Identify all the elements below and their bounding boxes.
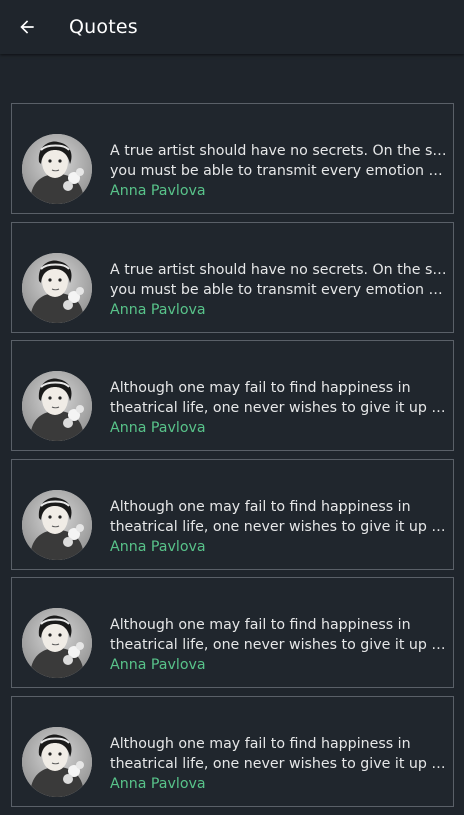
portrait-image — [22, 608, 92, 679]
quote-author: Anna Pavlova — [110, 183, 206, 199]
quote-list: A true artist should have no secrets. On… — [11, 103, 454, 815]
quote-text: Although one may fail to find happiness … — [110, 378, 448, 418]
page-title: Quotes — [69, 16, 138, 38]
app-bar: Quotes — [0, 0, 464, 54]
quote-line: theatrical life, one never wishes to giv… — [110, 400, 448, 417]
portrait-image — [22, 371, 92, 442]
quote-line: Although one may fail to find happiness … — [110, 380, 411, 397]
quote-line: Although one may fail to find happiness … — [110, 498, 411, 515]
quote-card[interactable]: Although one may fail to find happiness … — [11, 695, 454, 807]
quote-text: Although one may fail to find happiness … — [110, 615, 448, 655]
quote-line: Although one may fail to find happiness … — [110, 617, 411, 634]
author-avatar — [22, 726, 92, 797]
quote-author: Anna Pavlova — [110, 538, 206, 555]
portrait-image — [22, 726, 92, 797]
author-avatar — [22, 252, 92, 323]
quote-line: theatrical life, one never wishes to giv… — [110, 518, 448, 535]
quote-line: A true artist should have no secrets. On… — [110, 143, 448, 159]
arrow-left-icon — [20, 20, 34, 34]
quote-author: Anna Pavlova — [110, 420, 206, 437]
portrait-image — [22, 489, 92, 560]
quote-text: A true artist should have no secrets. On… — [110, 260, 448, 300]
author-avatar — [22, 489, 92, 560]
quote-card[interactable]: A true artist should have no secrets. On… — [11, 103, 454, 214]
quote-author: Anna Pavlova — [110, 657, 206, 674]
quote-card[interactable]: Although one may fail to find happiness … — [11, 340, 454, 452]
quote-line: theatrical life, one never wishes to giv… — [110, 755, 448, 772]
quote-author: Anna Pavlova — [110, 775, 206, 792]
author-avatar — [22, 134, 92, 204]
quote-line: theatrical life, one never wishes to giv… — [110, 637, 448, 654]
author-avatar — [22, 608, 92, 679]
quote-author: Anna Pavlova — [110, 301, 206, 318]
portrait-image — [22, 134, 92, 204]
quote-line: you must be able to transmit every emoti… — [110, 281, 448, 298]
quote-line: A true artist should have no secrets. On… — [110, 261, 448, 278]
quote-card[interactable]: Although one may fail to find happiness … — [11, 577, 454, 689]
quote-card[interactable]: A true artist should have no secrets. On… — [11, 221, 454, 333]
quote-text: A true artist should have no secrets. On… — [110, 141, 448, 181]
back-button[interactable] — [0, 0, 54, 54]
quote-card[interactable]: Although one may fail to find happiness … — [11, 458, 454, 570]
quote-text: Although one may fail to find happiness … — [110, 497, 448, 537]
author-avatar — [22, 371, 92, 442]
quote-line: Although one may fail to find happiness … — [110, 735, 411, 752]
quote-text: Although one may fail to find happiness … — [110, 734, 448, 774]
portrait-image — [22, 252, 92, 323]
quote-line: you must be able to transmit every emoti… — [110, 163, 448, 179]
